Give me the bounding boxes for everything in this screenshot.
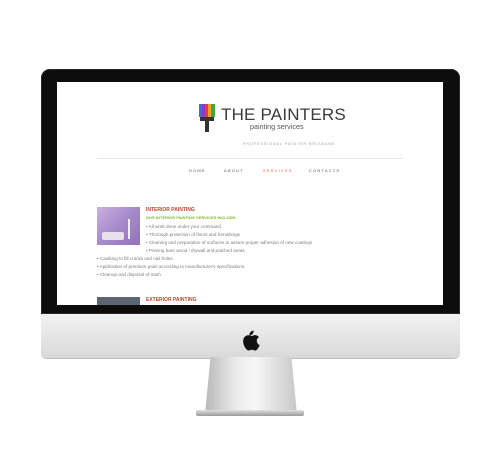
list-item: • Cleaning and preparation of surfaces t… [146, 240, 313, 245]
apple-logo-icon [243, 330, 260, 351]
brand-subtitle: painting services [250, 122, 304, 131]
nav-home[interactable]: HOME [189, 168, 206, 173]
list-item: • Caulking to fill cracks and nail holes [97, 256, 173, 261]
paint-brush-logo-icon [199, 104, 215, 132]
nav-about[interactable]: ABOUT [224, 168, 244, 173]
tagline: PROFESSIONAL PAINTER BRISBANE [243, 142, 336, 146]
list-item: • All work done under your command [146, 224, 221, 229]
list-item: • Cleanup and disposal of trash. [97, 272, 162, 277]
list-item: • Application of premium paint according… [97, 264, 246, 269]
monitor-stand [205, 357, 297, 415]
interior-painting-subtitle: OUR INTERIOR PAINTING SERVICES INCLUDE: [146, 215, 237, 220]
nav-contacts[interactable]: CONTACTS [309, 168, 340, 173]
header-divider [97, 158, 403, 159]
exterior-painting-image [97, 297, 140, 305]
screen: THE PAINTERS painting services PROFESSIO… [57, 82, 443, 305]
interior-painting-title: INTERIOR PAINTING [146, 207, 195, 213]
interior-painting-image [97, 207, 140, 245]
monitor-stand-foot [196, 410, 304, 416]
list-item: • Priming bare wood / drywall and patche… [146, 248, 245, 253]
exterior-painting-title: EXTERIOR PAINTING [146, 297, 197, 303]
nav-services[interactable]: SERVICES [263, 168, 293, 173]
list-item: • Thorough protection of floors and furn… [146, 232, 240, 237]
